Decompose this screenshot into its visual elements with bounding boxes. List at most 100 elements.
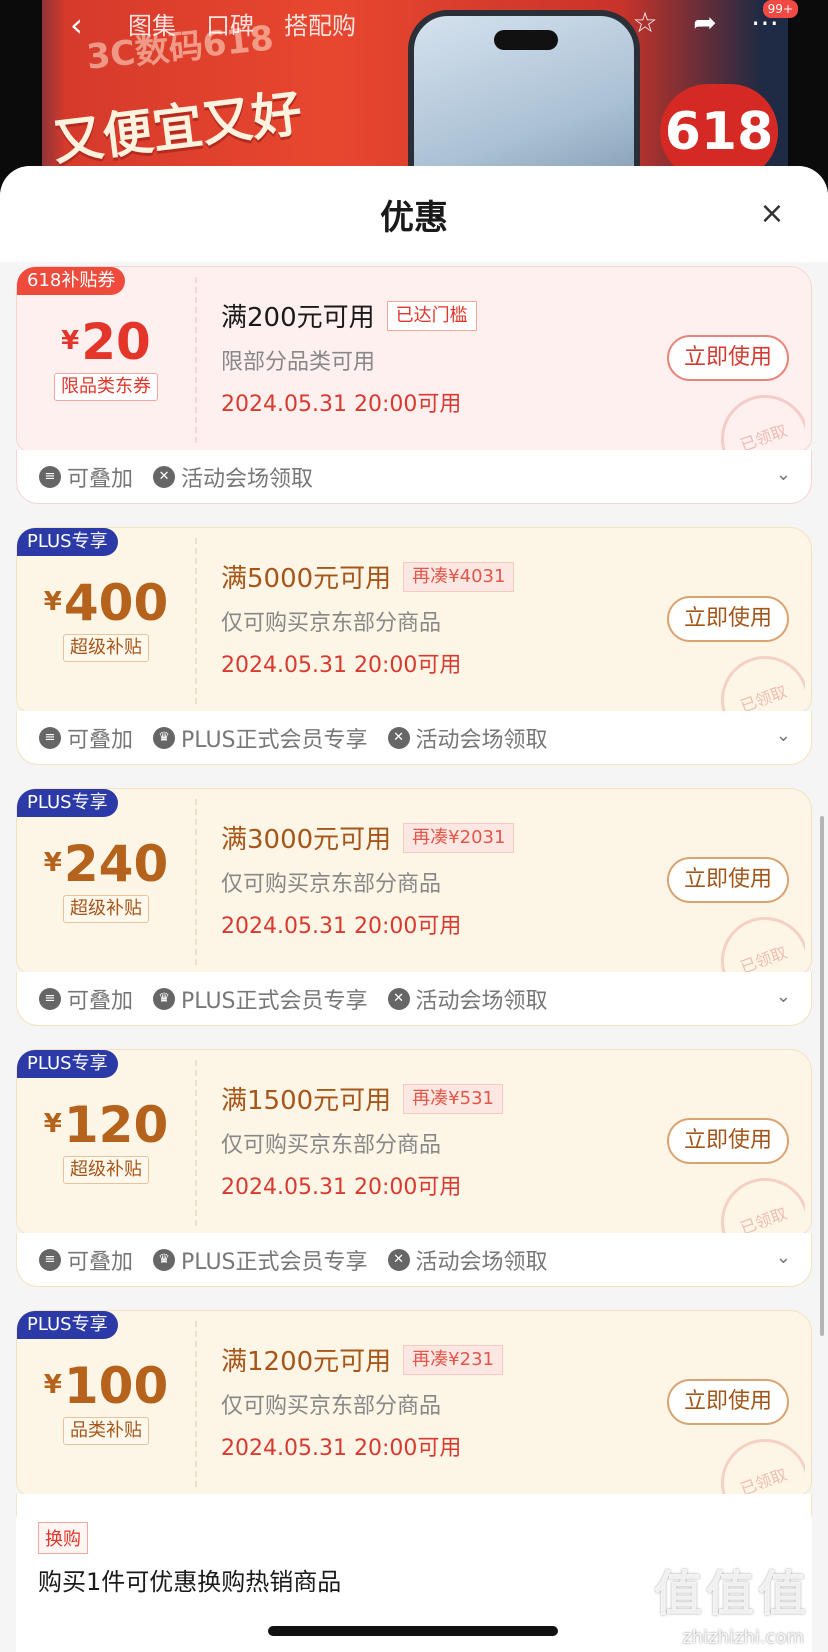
coupon-features-row[interactable]: ≡ 可叠加 ♛PLUS正式会员专享 ✕活动会场领取 ⌄ (16, 972, 812, 1026)
coupon-feature-label: PLUS正式会员专享 (181, 727, 368, 753)
ticket-icon: ✕ (387, 726, 410, 749)
top-navigation: ‹ 图集 口碑 搭配购 ☆ ➦ ⋯ 99+ (0, 0, 828, 46)
coupon-scope: 仅可购买京东部分商品 (221, 1394, 442, 1419)
scrollbar[interactable] (820, 816, 824, 1336)
coupon-amount: ¥100 (17, 1357, 195, 1415)
coupon-condition: 满1200元可用 再凑¥231 (221, 1341, 503, 1378)
use-now-button[interactable]: 立即使用 (667, 1118, 789, 1164)
coupon-tag: PLUS专享 (17, 528, 118, 556)
coupon-kind: 超级补贴 (17, 634, 195, 662)
ticket-icon: ✕ (387, 987, 410, 1010)
claimed-stamp: 已领取 (715, 656, 805, 716)
coupon-body: PLUS专享 ¥120 超级补贴 满1500元可用 再凑¥531 仅可购买京东部分商品 20… (16, 1049, 812, 1238)
coupon-info: 满1500元可用 再凑¥531 仅可购买京东部分商品 2024.05.31 20:00… (221, 1080, 503, 1201)
coupon-kind: 品类补贴 (17, 1417, 195, 1445)
claimed-stamp-ring: 已领取 (715, 395, 805, 455)
crown-icon: ♛ (153, 987, 176, 1010)
coupon-card[interactable]: 618补贴券 ¥20 限品类东券 满200元可用 已达门槛 限部分品类可用 2024.05.… (16, 266, 812, 504)
coupon-info: 满5000元可用 再凑¥4031 仅可购买京东部分商品 2024.05.31 20:0… (221, 558, 515, 679)
coupon-tag: PLUS专享 (17, 789, 118, 817)
coupon-features-row[interactable]: ≡ 可叠加 ♛PLUS正式会员专享 ✕活动会场领取 ⌄ (16, 711, 812, 765)
sheet-title: 优惠 (380, 198, 448, 238)
more-icon[interactable]: ⋯ 99+ (748, 0, 798, 40)
coupon-gap-badge: 再凑¥2031 (403, 822, 515, 853)
coupon-feature-label: 可叠加 (67, 988, 134, 1014)
share-icon[interactable]: ➦ (688, 6, 722, 40)
coupon-gap-badge: 再凑¥231 (403, 1344, 503, 1375)
tab-gallery[interactable]: 图集 (128, 6, 176, 41)
coupon-body: PLUS专享 ¥100 品类补贴 满1200元可用 再凑¥231 仅可购买京东部分商品 20… (16, 1310, 812, 1499)
coupon-kind-label: 限品类东券 (54, 373, 158, 401)
coupon-validity: 2024.05.31 20:00可用 (221, 914, 462, 939)
use-now-button[interactable]: 立即使用 (667, 335, 789, 381)
coupon-kind: 限品类东券 (17, 373, 195, 401)
coupon-validity: 2024.05.31 20:00可用 (221, 1175, 462, 1200)
coupon-card[interactable]: PLUS专享 ¥120 超级补贴 满1500元可用 再凑¥531 仅可购买京东部分商品 20… (16, 1049, 812, 1287)
claimed-stamp-ring: 已领取 (715, 917, 805, 977)
stack-icon: ≡ (39, 726, 61, 749)
exchange-tag: 换购 (38, 1522, 88, 1554)
coupon-value: 400 (63, 574, 169, 632)
coupon-feature-label: PLUS正式会员专享 (181, 988, 368, 1014)
coupon-condition: 满5000元可用 再凑¥4031 (221, 558, 515, 595)
coupon-feature: ✕活动会场领取 (387, 983, 548, 1015)
exchange-description: 购买1件可优惠换购热销商品 (38, 1568, 342, 1596)
back-icon[interactable]: ‹ (70, 6, 83, 44)
coupon-body: PLUS专享 ¥240 超级补贴 满3000元可用 再凑¥2031 仅可购买京东部分商品 2… (16, 788, 812, 977)
coupon-value: 120 (63, 1096, 169, 1154)
coupon-feature: ✕活动会场领取 (387, 722, 548, 754)
coupon-scope: 仅可购买京东部分商品 (221, 1133, 442, 1158)
coupon-tag: PLUS专享 (17, 1311, 118, 1339)
coupon-card[interactable]: PLUS专享 ¥400 超级补贴 满5000元可用 再凑¥4031 仅可购买京东部分商品 2… (16, 527, 812, 765)
chevron-down-icon[interactable]: ⌄ (776, 464, 791, 485)
stack-icon: ≡ (39, 1248, 61, 1271)
coupon-condition: 满3000元可用 再凑¥2031 (221, 819, 515, 856)
top-actions: ☆ ➦ ⋯ 99+ (628, 0, 798, 40)
tab-bundle[interactable]: 搭配购 (284, 6, 356, 41)
tab-reviews[interactable]: 口碑 (206, 6, 254, 41)
coupon-features-row[interactable]: ≡ 可叠加 ♛PLUS正式会员专享 ✕活动会场领取 ⌄ (16, 1233, 812, 1287)
coupon-amount: ¥120 (17, 1096, 195, 1154)
coupon-kind-label: 超级补贴 (63, 634, 149, 662)
stack-icon: ≡ (39, 987, 61, 1010)
use-now-button[interactable]: 立即使用 (667, 596, 789, 642)
crown-icon: ♛ (153, 726, 176, 749)
coupon-validity: 2024.05.31 20:00可用 (221, 653, 462, 678)
claimed-stamp: 已领取 (715, 917, 805, 977)
coupon-threshold: 满1500元可用 (221, 1086, 392, 1116)
coupon-card[interactable]: PLUS专享 ¥240 超级补贴 满3000元可用 再凑¥2031 仅可购买京东部分商品 2… (16, 788, 812, 1026)
chevron-down-icon[interactable]: ⌄ (776, 1247, 791, 1268)
coupon-threshold: 满1200元可用 (221, 1347, 392, 1377)
chevron-down-icon[interactable]: ⌄ (776, 725, 791, 746)
coupon-scope: 仅可购买京东部分商品 (221, 872, 442, 897)
coupon-amount: ¥240 (17, 835, 195, 893)
chevron-down-icon[interactable]: ⌄ (776, 986, 791, 1007)
coupon-feature-label: 活动会场领取 (415, 988, 548, 1014)
stack-icon: ≡ (39, 465, 61, 488)
coupon-feature: ≡ 可叠加 (39, 1244, 133, 1276)
use-now-button[interactable]: 立即使用 (667, 857, 789, 903)
coupon-features-row[interactable]: ≡ 可叠加 ✕ 活动会场领取 ⌄ (16, 450, 812, 504)
coupon-feature-label: 活动会场领取 (415, 727, 548, 753)
claimed-stamp-ring: 已领取 (715, 1439, 805, 1499)
coupon-feature-label: 可叠加 (67, 466, 134, 492)
coupon-divider (195, 1060, 197, 1226)
favorite-star-icon[interactable]: ☆ (628, 6, 662, 40)
claimed-stamp-ring: 已领取 (715, 656, 805, 716)
crown-icon: ♛ (153, 1248, 176, 1271)
coupon-feature: ♛PLUS正式会员专享 (153, 1244, 368, 1276)
coupon-condition: 满200元可用 已达门槛 (221, 297, 477, 334)
sheet-header: 优惠 × (0, 166, 828, 262)
coupon-info: 满200元可用 已达门槛 限部分品类可用 2024.05.31 20:00可用 (221, 297, 477, 418)
coupon-feature: ≡ 可叠加 (39, 983, 133, 1015)
banner-promo-line2: 又便宜又好 (49, 83, 306, 172)
coupon-divider (195, 1321, 197, 1487)
currency-symbol: ¥ (43, 1109, 62, 1139)
use-now-button[interactable]: 立即使用 (667, 1379, 789, 1425)
home-indicator (268, 1626, 558, 1636)
coupon-kind-label: 超级补贴 (63, 1156, 149, 1184)
coupon-value: 20 (81, 313, 151, 371)
close-icon[interactable]: × (754, 196, 790, 232)
coupon-amount: ¥400 (17, 574, 195, 632)
coupon-validity: 2024.05.31 20:00可用 (221, 1436, 462, 1461)
